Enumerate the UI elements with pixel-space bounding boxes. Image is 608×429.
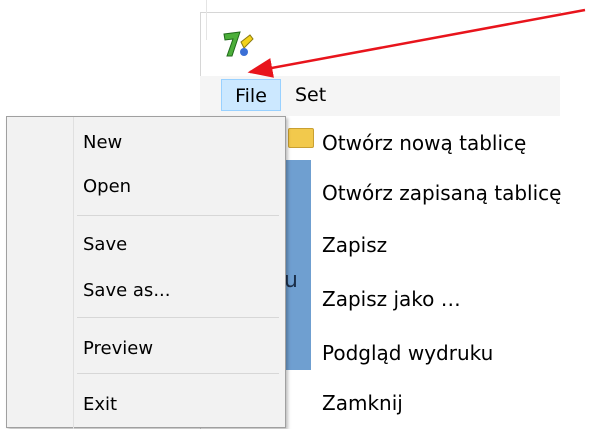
menu-item-exit[interactable]: Exit [83,391,117,419]
content-panel-glyph: u [284,268,298,293]
description-preview: Podgląd wydruku [322,341,494,365]
description-new: Otwórz nową tablicę [322,131,527,155]
menu-item-preview[interactable]: Preview [83,335,153,363]
icon-gutter [73,117,74,429]
description-save: Zapisz [322,233,388,257]
menu-separator [77,317,279,318]
menu-separator [77,373,279,374]
folder-icon[interactable] [288,128,314,148]
title-divider [206,0,207,40]
content-panel [284,160,311,370]
description-exit: Zamknij [322,391,403,415]
description-open: Otwórz zapisaną tablicę [322,181,562,205]
menu-item-open[interactable]: Open [83,173,131,201]
menu-item-save[interactable]: Save [83,231,127,259]
menu-file[interactable]: File [221,79,281,111]
app-logo-icon [223,31,254,57]
description-save-as: Zapisz jako … [322,287,461,311]
menu-separator [77,215,279,216]
menu-item-save-as[interactable]: Save as... [83,277,170,305]
menu-item-new[interactable]: New [83,129,122,157]
file-dropdown-menu: New Open Save Save as... Preview Exit [6,116,286,429]
menu-set[interactable]: Set [287,79,334,111]
